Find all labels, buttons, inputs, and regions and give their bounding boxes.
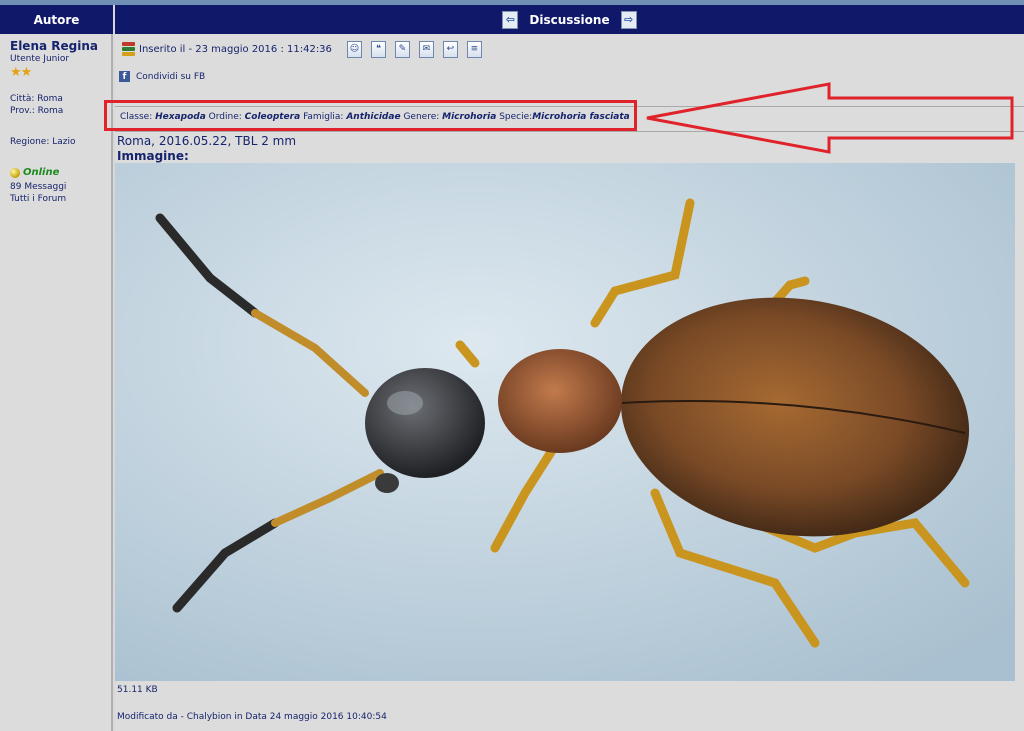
specie-label: Specie: — [499, 112, 533, 122]
author-sidebar: Elena Regina Utente Junior ★★ Città: Rom… — [0, 34, 113, 731]
profile-icon[interactable]: ☺ — [346, 40, 362, 58]
share-fb-label[interactable]: Condividi su FB — [136, 72, 205, 82]
modified-note: Modificato da - Chalybion in Data 24 mag… — [117, 712, 387, 722]
book-icon[interactable]: ≡ — [466, 40, 482, 58]
edit-icon[interactable]: ✎ — [394, 40, 410, 58]
genere-label: Genere: — [403, 112, 440, 122]
online-status: Online — [10, 167, 59, 178]
book-icon — [121, 41, 135, 57]
facebook-icon: f — [119, 71, 130, 82]
beetle-illustration — [115, 163, 1015, 681]
next-topic-icon[interactable]: ⇨ — [620, 10, 637, 29]
ordine-value: Coleoptera — [244, 112, 301, 122]
online-dot-icon — [10, 167, 20, 178]
reply-icon[interactable]: ↩ — [442, 40, 458, 58]
previous-topic-icon[interactable]: ⇦ — [502, 10, 519, 29]
author-rank: Utente Junior — [10, 54, 70, 64]
post-body: Inserito il - 23 maggio 2016 : 11:42:36 … — [104, 34, 1024, 731]
post-toolbar: Inserito il - 23 maggio 2016 : 11:42:36 … — [121, 38, 482, 60]
annotation-arrow-icon — [646, 82, 1014, 154]
taxonomy-line: Classe: Hexapoda Ordine: Coleoptera Fami… — [104, 100, 637, 131]
ordine-label: Ordine: — [208, 112, 242, 122]
image-label: Immagine: — [117, 149, 189, 163]
email-icon[interactable]: ✉ — [418, 40, 434, 58]
discussion-header: ⇦ Discussione ⇨ — [115, 5, 1024, 34]
quote-icon[interactable]: ❝ — [370, 40, 386, 58]
online-status-text: Online — [23, 167, 60, 178]
post-date: Inserito il - 23 maggio 2016 : 11:42:36 — [139, 43, 332, 55]
classe-label: Classe: — [120, 112, 153, 122]
author-city: Città: Roma — [10, 94, 63, 104]
discussion-header-label: Discussione — [529, 12, 610, 27]
classe-value: Hexapoda — [155, 112, 206, 122]
file-size: 51.11 KB — [117, 685, 158, 695]
author-column-header: Autore — [0, 5, 113, 34]
beetle-photo[interactable] — [115, 163, 1015, 681]
author-name[interactable]: Elena Regina — [10, 39, 98, 53]
author-province: Prov.: Roma — [10, 106, 64, 116]
specie-value: Microhoria fasciata — [532, 112, 630, 122]
author-region: Regione: Lazio — [10, 137, 76, 147]
rank-stars-icon: ★★ — [10, 65, 32, 80]
famiglia-label: Famiglia: — [303, 112, 344, 122]
famiglia-value: Anthicidae — [346, 112, 401, 122]
author-header-label: Autore — [33, 12, 80, 27]
genere-value: Microhoria — [442, 112, 497, 122]
all-forums-link[interactable]: Tutti i Forum — [10, 194, 66, 204]
message-count[interactable]: 89 Messaggi — [10, 182, 66, 192]
share-fb[interactable]: f Condividi su FB — [119, 71, 205, 82]
post-caption: Roma, 2016.05.22, TBL 2 mm — [117, 134, 297, 148]
